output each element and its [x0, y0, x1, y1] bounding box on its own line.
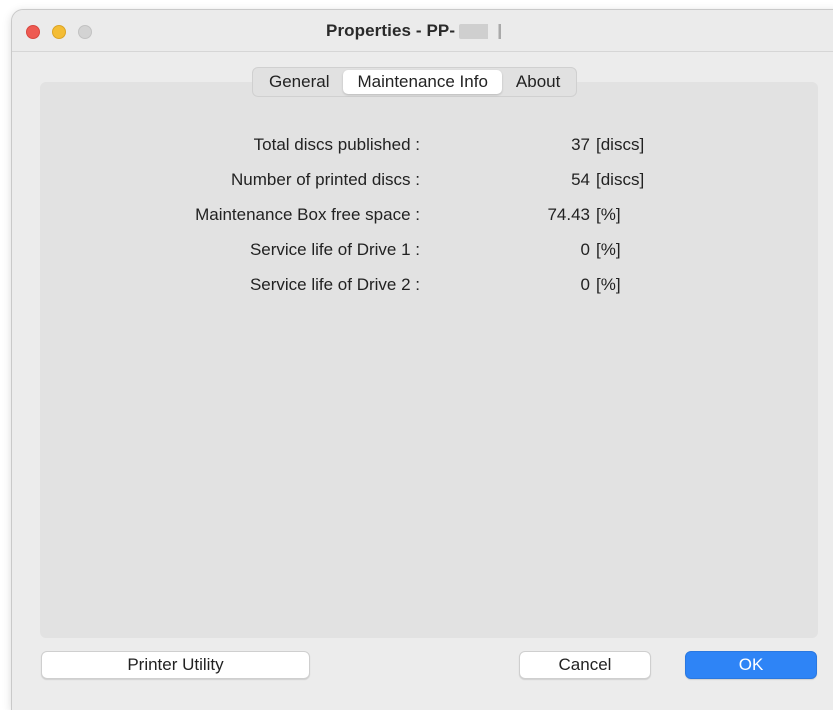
info-unit: [%] — [596, 240, 621, 259]
info-unit: [%] — [596, 275, 621, 294]
info-row-printed-discs: Number of printed discs : 54 [discs] — [40, 168, 780, 192]
minimize-window-button[interactable] — [52, 25, 66, 39]
info-row-drive-1: Service life of Drive 1 : 0 [%] — [40, 238, 780, 262]
properties-window: Properties - PP- Total discs published :… — [12, 10, 833, 710]
tab-maintenance-info[interactable]: Maintenance Info — [343, 70, 502, 94]
info-value: 0 — [580, 275, 590, 294]
cancel-button[interactable]: Cancel — [519, 651, 651, 679]
window-title: Properties - PP- — [326, 21, 508, 41]
maintenance-info-panel: Total discs published : 37 [discs] Numbe… — [40, 82, 818, 638]
tab-general[interactable]: General — [255, 70, 343, 94]
info-value: 54 — [571, 170, 590, 189]
info-value: 37 — [571, 135, 590, 154]
info-label: Maintenance Box free space : — [195, 205, 420, 224]
info-value: 74.43 — [547, 205, 590, 224]
printer-utility-button[interactable]: Printer Utility — [41, 651, 310, 679]
info-unit: [discs] — [596, 135, 645, 154]
redacted-model-name — [459, 24, 508, 40]
info-value: 0 — [580, 240, 590, 259]
info-unit: [%] — [596, 205, 621, 224]
ok-button[interactable]: OK — [685, 651, 817, 679]
info-unit: [discs] — [596, 170, 645, 189]
close-window-button[interactable] — [26, 25, 40, 39]
window-title-text: Properties - PP- — [326, 21, 456, 40]
tab-bar: General Maintenance Info About — [252, 67, 578, 97]
info-label: Total discs published : — [253, 135, 420, 154]
zoom-window-button[interactable] — [78, 25, 92, 39]
info-label: Service life of Drive 2 : — [249, 275, 420, 294]
info-row-drive-2: Service life of Drive 2 : 0 [%] — [40, 273, 780, 297]
info-label: Service life of Drive 1 : — [249, 240, 420, 259]
tab-about[interactable]: About — [502, 70, 574, 94]
info-label: Number of printed discs : — [231, 170, 420, 189]
title-bar[interactable]: Properties - PP- — [12, 10, 833, 52]
info-row-total-discs: Total discs published : 37 [discs] — [40, 133, 780, 157]
info-row-maintenance-box: Maintenance Box free space : 74.43 [%] — [40, 203, 780, 227]
